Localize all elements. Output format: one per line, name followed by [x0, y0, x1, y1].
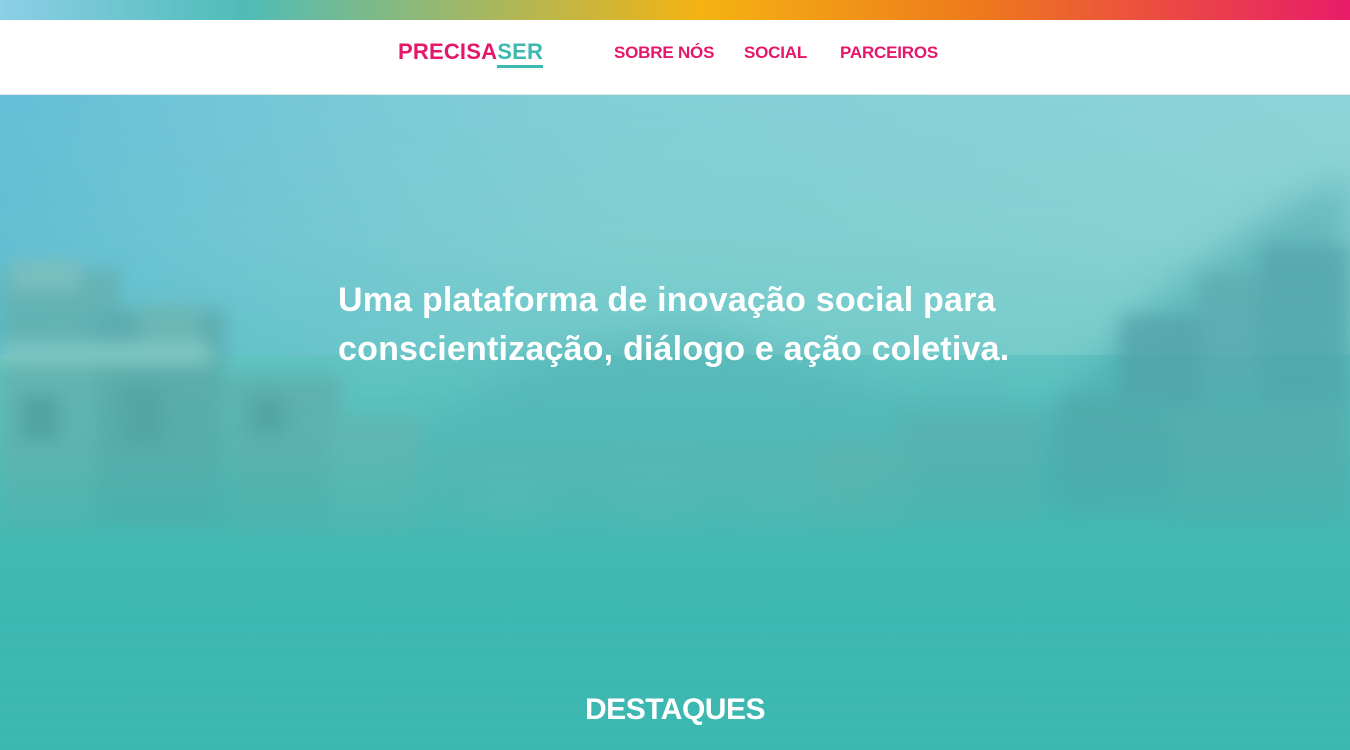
hero-headline: Uma plataforma de inovação social para c… [338, 281, 1010, 368]
top-gradient-stripe [0, 0, 1350, 20]
hero-background-image [0, 95, 1350, 750]
nav-link-parceiros[interactable]: PARCEIROS [840, 42, 938, 64]
site-header: PRECISASER SOBRE NÓS SOCIAL PARCEIROS [0, 20, 1350, 95]
site-logo[interactable]: PRECISASER [398, 39, 544, 68]
nav-link-sobre-nos[interactable]: SOBRE NÓS [614, 42, 714, 64]
hero-section: Uma plataforma de inovação social para c… [0, 95, 1350, 750]
nav-link-social[interactable]: SOCIAL [744, 42, 807, 64]
logo-text-primary: PRECISA [398, 39, 498, 64]
highlights-title: DESTAQUES [585, 693, 765, 726]
logo-text-secondary: SER [497, 39, 544, 68]
